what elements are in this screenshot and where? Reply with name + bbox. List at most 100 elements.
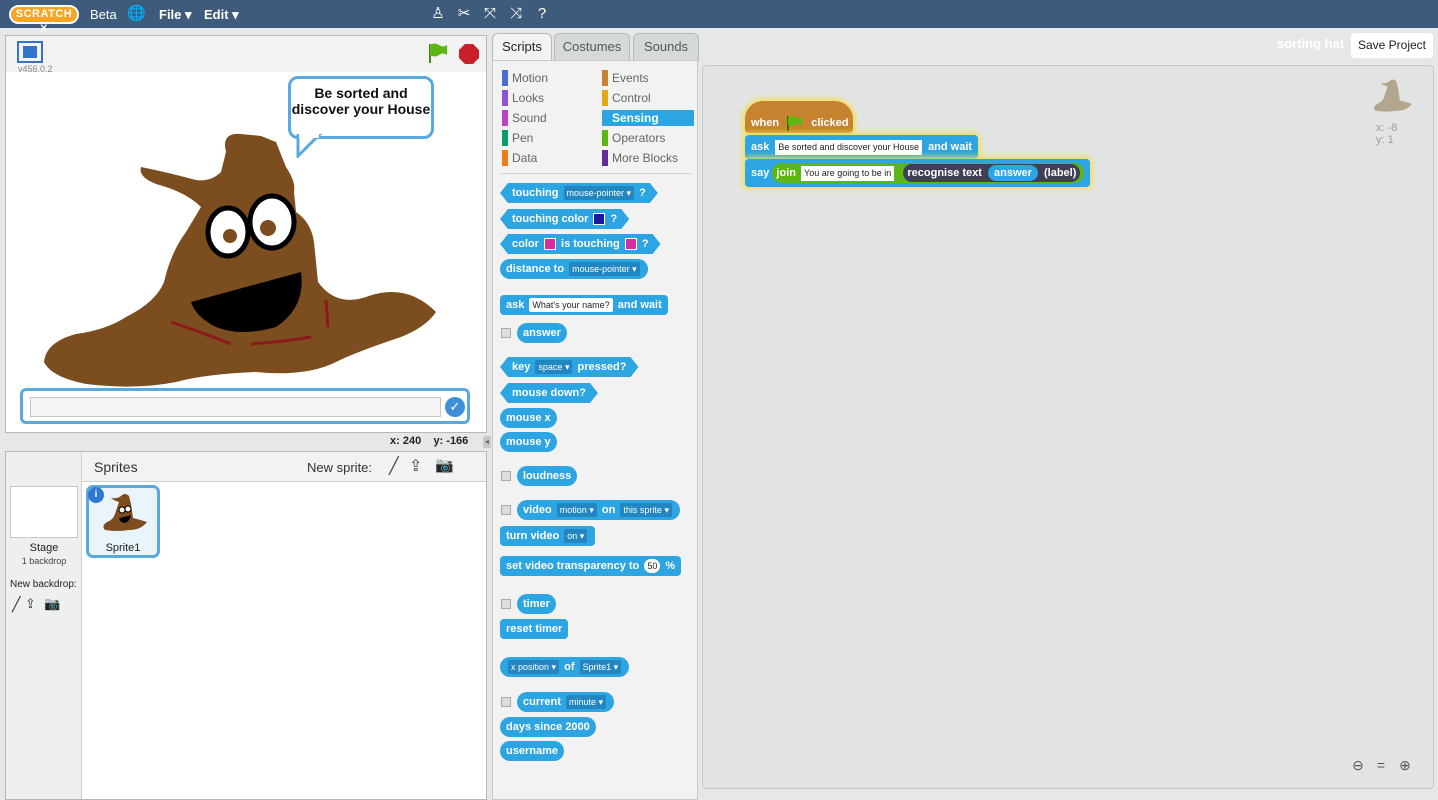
key-pressed-block[interactable]: key space ▾ pressed? [500,357,638,377]
attribute-dropdown[interactable]: x position ▾ [508,660,560,675]
upload-sprite-icon[interactable]: ⇪ [409,456,422,476]
tab-scripts[interactable]: Scripts [492,33,552,61]
and-wait-text: and wait [928,141,973,153]
stage-canvas[interactable]: Be sorted and discover your House ✓ [6,72,486,432]
say-script-block[interactable]: say join You are going to be in recognis… [745,159,1091,187]
join-text-input[interactable]: You are going to be in [801,165,895,181]
shrink-icon[interactable]: ⤨ [507,5,525,23]
stop-sign-icon[interactable] [458,43,480,65]
delete-scissors-icon[interactable]: ✂ [455,5,473,23]
color-swatch-a[interactable] [544,238,556,250]
question-text: ? [641,238,649,250]
current-checkbox[interactable] [501,697,511,707]
ask-text: ask [751,141,770,153]
sprite-card-sprite1[interactable]: i Sprite1 [86,485,160,558]
key-dropdown[interactable]: space ▾ [535,360,572,374]
ask-question-input[interactable]: Be sorted and discover your House [775,139,922,155]
stage-thumbnail[interactable] [10,486,78,538]
category-events[interactable]: Events [602,70,649,86]
current-time-block[interactable]: current minute ▾ [517,692,615,712]
color-touching-color-block[interactable]: color is touching ? [500,234,661,254]
sprites-header: Sprites New sprite: ╱ ⇪ 📷 [82,452,486,482]
category-more-blocks[interactable]: More Blocks [602,150,678,166]
recognise-text-reporter[interactable]: recognise text answer (label) [903,164,1081,183]
zoom-out-icon[interactable]: ⊖ [1349,756,1367,774]
category-motion[interactable]: Motion [502,70,548,86]
set-video-transparency-block[interactable]: set video transparency to 50 % [500,556,682,576]
timer-checkbox[interactable] [501,599,511,609]
video-attr-dropdown[interactable]: motion ▾ [556,503,597,518]
color-swatch[interactable] [593,213,605,225]
loudness-block[interactable]: loudness [517,466,578,486]
answer-checkbox[interactable] [501,328,511,338]
object-dropdown[interactable]: Sprite1 ▾ [579,660,622,675]
collapse-stage-arrow-icon[interactable]: ◂ [483,436,491,448]
touching-text: touching [512,187,559,199]
ask-input[interactable]: What's your name? [529,298,613,313]
mouse-x-block[interactable]: mouse x [500,408,557,428]
zoom-in-icon[interactable]: ⊕ [1396,756,1414,774]
tab-costumes[interactable]: Costumes [554,33,630,61]
ask-and-wait-block[interactable]: ask What's your name? and wait [500,295,668,315]
set-video-transparency-text: set video transparency to [506,560,640,572]
mouse-down-block[interactable]: mouse down? [500,383,598,403]
reset-timer-block[interactable]: reset timer [500,619,569,639]
green-flag-icon[interactable] [427,42,449,64]
checkmark-icon[interactable]: ✓ [445,397,465,417]
turn-video-block[interactable]: turn video on ▾ [500,526,596,546]
video-motion-checkbox[interactable] [501,505,511,515]
distance-dropdown[interactable]: mouse-pointer ▾ [569,262,640,277]
timer-block[interactable]: timer [517,594,556,614]
upload-icon[interactable]: ⇪ [25,596,36,612]
transparency-input[interactable]: 50 [644,559,661,574]
tab-sounds[interactable]: Sounds [633,33,699,61]
touching-block[interactable]: touching mouse-pointer ▾ ? [500,183,658,203]
file-menu[interactable]: File ▾ [159,7,192,23]
answer-input[interactable] [30,397,441,417]
category-data[interactable]: Data [502,150,537,166]
key-text: key [512,361,531,373]
current-dropdown[interactable]: minute ▾ [565,695,607,710]
sprite1-option: Sprite1 [582,662,612,673]
save-project-button[interactable]: Save Project [1351,33,1433,58]
touching-dropdown[interactable]: mouse-pointer ▾ [564,186,635,200]
ask-and-wait-script-block[interactable]: ask Be sorted and discover your House an… [745,135,979,159]
motion-option: motion [559,505,587,516]
fullscreen-icon[interactable] [17,41,43,63]
attribute-of-block[interactable]: x position ▾ of Sprite1 ▾ [500,657,630,677]
category-operators[interactable]: Operators [602,130,665,146]
video-target-dropdown[interactable]: this sprite ▾ [620,503,672,518]
camera-icon[interactable]: 📷 [44,596,60,612]
category-looks[interactable]: Looks [502,90,544,106]
loudness-checkbox[interactable] [501,471,511,481]
grow-icon[interactable]: ⤧ [481,5,499,23]
distance-to-block[interactable]: distance to mouse-pointer ▾ [500,259,648,279]
category-pen[interactable]: Pen [502,130,533,146]
duplicate-stamp-icon[interactable]: ♙ [429,5,447,23]
answer-block[interactable]: answer [517,323,567,343]
scratchx-logo[interactable]: SCRATCH X [9,5,79,35]
language-globe-icon[interactable]: 🌐 [127,5,146,23]
answer-reporter[interactable]: answer [988,165,1038,182]
join-reporter[interactable]: join You are going to be in recognise te… [772,163,1085,184]
touching-color-text: touching color [512,213,589,225]
category-sensing[interactable]: Sensing [602,110,694,126]
category-control[interactable]: Control [602,90,651,106]
touching-color-block[interactable]: touching color ? [500,209,629,229]
mouse-y-block[interactable]: mouse y [500,432,557,452]
color-swatch-b[interactable] [625,238,637,250]
new-backdrop-label: New backdrop: [10,579,77,590]
days-since-2000-block[interactable]: days since 2000 [500,717,596,737]
paint-new-sprite-icon[interactable]: ╱ [389,456,399,476]
username-block[interactable]: username [500,741,564,761]
paint-brush-icon[interactable]: ╱ [12,596,20,613]
project-title[interactable]: sorting hat [1277,36,1344,51]
help-icon[interactable]: ? [533,5,551,23]
video-motion-block[interactable]: video motion ▾ on this sprite ▾ [517,500,680,520]
category-sound[interactable]: Sound [502,110,547,126]
edit-menu[interactable]: Edit ▾ [204,7,239,23]
camera-sprite-icon[interactable]: 📷 [435,456,454,474]
when-flag-clicked-block[interactable]: when clicked [745,101,853,133]
turn-video-dropdown[interactable]: on ▾ [564,529,588,544]
zoom-reset-icon[interactable]: = [1372,756,1390,774]
